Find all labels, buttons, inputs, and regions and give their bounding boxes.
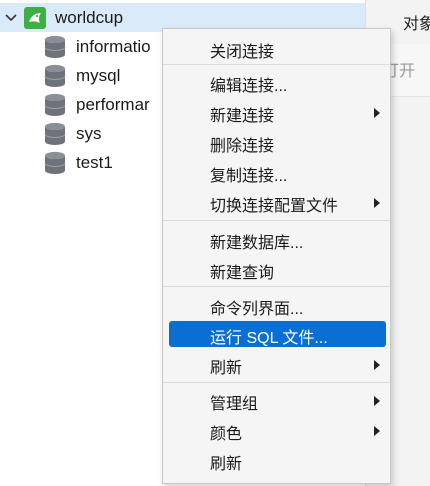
menu-item-close-connection[interactable]: 关闭连接 xyxy=(169,35,386,61)
menu-separator xyxy=(163,64,390,65)
menu-item-label: 删除连接 xyxy=(210,138,275,155)
menu-separator xyxy=(163,286,390,287)
menu-item-color[interactable]: 颜色 xyxy=(169,417,386,443)
submenu-arrow-icon xyxy=(374,426,380,436)
database-icon xyxy=(44,35,66,59)
menu-item-switch-profile[interactable]: 切换连接配置文件 xyxy=(169,189,386,215)
tree-item-label: worldcup xyxy=(55,7,124,27)
object-tab-title[interactable]: 对象 xyxy=(403,10,430,34)
menu-item-label: 运行 SQL 文件... xyxy=(210,330,328,347)
menu-item-delete-connection[interactable]: 删除连接 xyxy=(169,129,386,155)
menu-item-label: 命令列界面... xyxy=(210,301,304,318)
menu-item-manage-group[interactable]: 管理组 xyxy=(169,387,386,413)
menu-item-edit-connection[interactable]: 编辑连接... xyxy=(169,69,386,95)
context-menu: 关闭连接 编辑连接... 新建连接 删除连接 复制连接... 切换连接配置文件 … xyxy=(162,28,391,484)
menu-item-console[interactable]: 命令列界面... xyxy=(169,292,386,318)
menu-item-duplicate-connection[interactable]: 复制连接... xyxy=(169,159,386,185)
tree-item-label: mysql xyxy=(76,66,121,85)
submenu-arrow-icon xyxy=(374,360,380,370)
menu-item-label: 新建数据库... xyxy=(210,235,304,252)
menu-separator xyxy=(163,382,390,383)
menu-item-label: 颜色 xyxy=(210,426,243,443)
submenu-arrow-icon xyxy=(374,198,380,208)
submenu-arrow-icon xyxy=(374,396,380,406)
menu-item-refresh[interactable]: 刷新 xyxy=(169,447,386,473)
database-icon xyxy=(44,151,66,175)
menu-item-label: 刷新 xyxy=(210,456,243,473)
menu-item-new-connection[interactable]: 新建连接 xyxy=(169,99,386,125)
submenu-arrow-icon xyxy=(374,108,380,118)
chevron-down-icon[interactable] xyxy=(2,3,20,32)
menu-separator xyxy=(163,220,390,221)
tree-item-label: sys xyxy=(76,124,102,143)
tree-item-label: performar xyxy=(76,95,150,114)
menu-item-label: 切换连接配置文件 xyxy=(210,198,339,215)
menu-item-label: 编辑连接... xyxy=(210,78,288,95)
menu-item-refresh-submenu[interactable]: 刷新 xyxy=(169,351,386,377)
menu-item-run-sql-file[interactable]: 运行 SQL 文件... xyxy=(169,321,386,347)
database-icon xyxy=(44,64,66,88)
menu-item-new-database[interactable]: 新建数据库... xyxy=(169,226,386,252)
tree-item-label: test1 xyxy=(76,153,113,172)
menu-item-label: 复制连接... xyxy=(210,168,288,185)
menu-item-label: 新建查询 xyxy=(210,265,275,282)
tree-item-label: informatio xyxy=(76,37,151,56)
menu-item-new-query[interactable]: 新建查询 xyxy=(169,256,386,282)
menu-item-label: 管理组 xyxy=(210,396,259,413)
database-icon xyxy=(44,93,66,117)
mysql-connection-icon xyxy=(24,6,46,29)
menu-item-label: 刷新 xyxy=(210,360,243,377)
menu-item-label: 关闭连接 xyxy=(210,44,275,61)
menu-item-label: 新建连接 xyxy=(210,108,275,125)
database-icon xyxy=(44,122,66,146)
